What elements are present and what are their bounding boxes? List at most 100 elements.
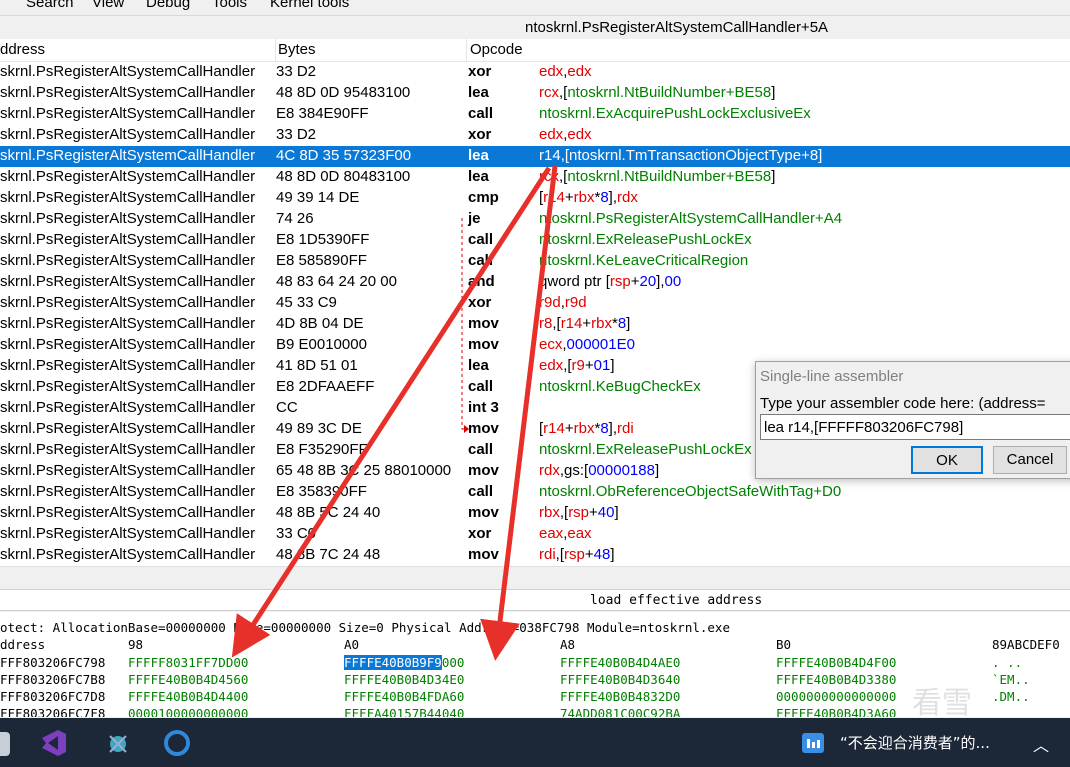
memory-value[interactable]: FFFFF8031FF7DD00 (128, 655, 248, 670)
menu-search[interactable]: Search (26, 0, 74, 11)
menu-kernel-tools[interactable]: Kernel tools (270, 0, 349, 11)
memory-row[interactable]: FFF803206FC7D8 FFFFE40B0B4D4400 FFFFE40B… (0, 688, 1070, 705)
memory-ascii: . .. (992, 655, 1023, 670)
taskbar-app-icon[interactable] (0, 726, 22, 760)
memory-header-col: 98 (128, 637, 144, 652)
memory-value[interactable]: FFFFE40B0B4D34E0 (344, 672, 464, 687)
taskbar-notification[interactable]: “不会迎合消费者”的... (840, 732, 990, 753)
disassembly-view[interactable]: skrnl.PsRegisterAltSystemCallHandler 33 D… (0, 62, 1070, 566)
row-bytes: 33 D2 (276, 63, 317, 80)
disasm-row[interactable]: skrnl.PsRegisterAltSystemCallHandler 74 2… (0, 209, 1070, 230)
row-mnemonic: call (468, 441, 494, 458)
operand-token: ntoskrnl.KeLeaveCriticalRegion (539, 252, 749, 269)
operand-token: eax (567, 525, 592, 542)
memory-value[interactable]: FFFFA40157B44040 (344, 706, 464, 717)
disasm-row[interactable]: skrnl.PsRegisterAltSystemCallHandler 49 3… (0, 188, 1070, 209)
disasm-row[interactable]: skrnl.PsRegisterAltSystemCallHandler 48 8… (0, 167, 1070, 188)
row-address: skrnl.PsRegisterAltSystemCallHandler (0, 126, 256, 143)
column-address[interactable]: ddress (0, 41, 45, 58)
disasm-row[interactable]: skrnl.PsRegisterAltSystemCallHandler 48 8… (0, 83, 1070, 104)
menu-tools[interactable]: Tools (212, 0, 247, 11)
disasm-row[interactable]: skrnl.PsRegisterAltSystemCallHandler 33 D… (0, 62, 1070, 83)
memory-value[interactable]: FFFFE40B0B4D4AE0 (560, 655, 680, 670)
chevron-up-icon[interactable]: ︿ (1033, 732, 1049, 756)
notification-app-icon[interactable] (800, 730, 826, 756)
operand-token: ] (771, 168, 776, 185)
memory-row[interactable]: FFF803206FC798 FFFFF8031FF7DD00 FFFFE40B… (0, 654, 1070, 671)
operand-token: ] (654, 462, 660, 479)
operand-token: ] (626, 315, 631, 332)
disassembler-title-bar: ntoskrnl.PsRegisterAltSystemCallHandler+… (0, 15, 1070, 39)
memory-value[interactable]: FFFFE40B0B4D4400 (128, 689, 248, 704)
disasm-row[interactable]: skrnl.PsRegisterAltSystemCallHandler 48 8… (0, 272, 1070, 293)
memory-view[interactable]: otect: AllocationBase=00000000 Base=0000… (0, 612, 1070, 717)
column-opcode[interactable]: Opcode (470, 41, 523, 58)
row-address: skrnl.PsRegisterAltSystemCallHandler (0, 273, 256, 290)
row-bytes: 65 48 8B 3C 25 88010000 (276, 462, 452, 479)
memory-value[interactable]: FFFFE40B0B4FDA60 (344, 689, 464, 704)
row-mnemonic: int 3 (468, 399, 499, 416)
bug-tool-icon[interactable] (101, 726, 135, 760)
single-line-assembler-dialog: Single-line assembler Type your assemble… (755, 361, 1070, 479)
disasm-row[interactable]: skrnl.PsRegisterAltSystemCallHandler 4D 8… (0, 314, 1070, 335)
operand-token: edx (539, 126, 564, 143)
disasm-row[interactable]: skrnl.PsRegisterAltSystemCallHandler B9 E… (0, 335, 1070, 356)
operand-token: r9 (571, 357, 585, 374)
disasm-row[interactable]: skrnl.PsRegisterAltSystemCallHandler 33 D… (0, 125, 1070, 146)
disasm-row[interactable]: skrnl.PsRegisterAltSystemCallHandler 48 8… (0, 545, 1070, 566)
disasm-row-selected[interactable]: skrnl.PsRegisterAltSystemCallHandler 4C 8… (0, 146, 1070, 167)
disasm-row[interactable]: skrnl.PsRegisterAltSystemCallHandler 48 8… (0, 503, 1070, 524)
memory-value[interactable]: FFFFE40B0B4D3380 (776, 672, 896, 687)
memory-value[interactable]: 0000100000000000 (128, 706, 248, 717)
disasm-row[interactable]: skrnl.PsRegisterAltSystemCallHandler 33 C… (0, 524, 1070, 545)
memory-value[interactable]: FFFFE40B0B4832D0 (560, 689, 680, 704)
memory-row[interactable]: FFF803206FC7F8 0000100000000000 FFFFA401… (0, 705, 1070, 717)
operand-token: ,gs:[ (559, 462, 589, 479)
row-operands: [r14+rbx*8],rdi (539, 420, 634, 437)
current-location-title: ntoskrnl.PsRegisterAltSystemCallHandler+… (525, 19, 829, 36)
memory-value[interactable]: FFFFE40B0B4D3640 (560, 672, 680, 687)
selected-bytes[interactable]: FFFFE40B0B9F9 (344, 655, 442, 670)
row-mnemonic: lea (468, 168, 489, 185)
disasm-row[interactable]: skrnl.PsRegisterAltSystemCallHandler E8 3… (0, 104, 1070, 125)
row-operands: ntoskrnl.ExReleasePushLockEx (539, 441, 752, 458)
column-divider[interactable] (466, 39, 467, 61)
operand-token: + (584, 546, 594, 563)
row-bytes: 33 C0 (276, 525, 317, 542)
cheat-engine-icon[interactable] (160, 726, 194, 760)
memory-value[interactable]: FFFFE40B0B4D4F00 (776, 655, 896, 670)
disasm-row[interactable]: skrnl.PsRegisterAltSystemCallHandler E8 5… (0, 251, 1070, 272)
horizontal-scrollbar[interactable] (0, 566, 1070, 588)
memory-value[interactable]: FFFFE40B0B4D4560 (128, 672, 248, 687)
menu-debug[interactable]: Debug (146, 0, 190, 11)
memory-row[interactable]: FFF803206FC7B8 FFFFE40B0B4D4560 FFFFE40B… (0, 671, 1070, 688)
disasm-row[interactable]: skrnl.PsRegisterAltSystemCallHandler E8 3… (0, 482, 1070, 503)
column-divider[interactable] (275, 39, 276, 61)
row-bytes: 48 8B 5C 24 40 (276, 504, 381, 521)
memory-header-ascii: 89ABCDEF0 (992, 637, 1060, 652)
row-bytes: 48 83 64 24 20 00 (276, 273, 397, 290)
operand-token: rsp (564, 546, 585, 563)
operand-token: ntoskrnl.KeBugCheckEx (539, 378, 701, 395)
memory-value[interactable]: 0000000000000000 (776, 689, 896, 704)
assembler-code-input[interactable] (760, 414, 1070, 440)
memory-value-selected[interactable]: FFFFE40B0B9F9000 (344, 655, 464, 670)
operand-token: 8 (617, 315, 627, 332)
unselected-bytes[interactable]: 000 (442, 655, 465, 670)
column-bytes[interactable]: Bytes (278, 41, 316, 58)
ok-button[interactable]: OK (911, 446, 983, 474)
row-operands: qword ptr [rsp+20],00 (539, 273, 681, 290)
row-address: skrnl.PsRegisterAltSystemCallHandler (0, 441, 256, 458)
menu-view[interactable]: View (92, 0, 124, 11)
dialog-title: Single-line assembler (760, 368, 904, 385)
memory-value[interactable]: 74ADD081C00C92BA (560, 706, 680, 717)
operand-token: rbx (539, 504, 560, 521)
cancel-button[interactable]: Cancel (993, 446, 1067, 474)
visual-studio-icon[interactable] (36, 726, 70, 760)
disasm-row[interactable]: skrnl.PsRegisterAltSystemCallHandler E8 1… (0, 230, 1070, 251)
operand-token: 20 (639, 273, 657, 290)
memory-value[interactable]: FFFFE40B0B4D3A60 (776, 706, 896, 717)
disasm-row[interactable]: skrnl.PsRegisterAltSystemCallHandler 45 3… (0, 293, 1070, 314)
row-operands: ntoskrnl.ObReferenceObjectSafeWithTag+D0 (539, 483, 841, 500)
operand-token: r9d (539, 294, 561, 311)
